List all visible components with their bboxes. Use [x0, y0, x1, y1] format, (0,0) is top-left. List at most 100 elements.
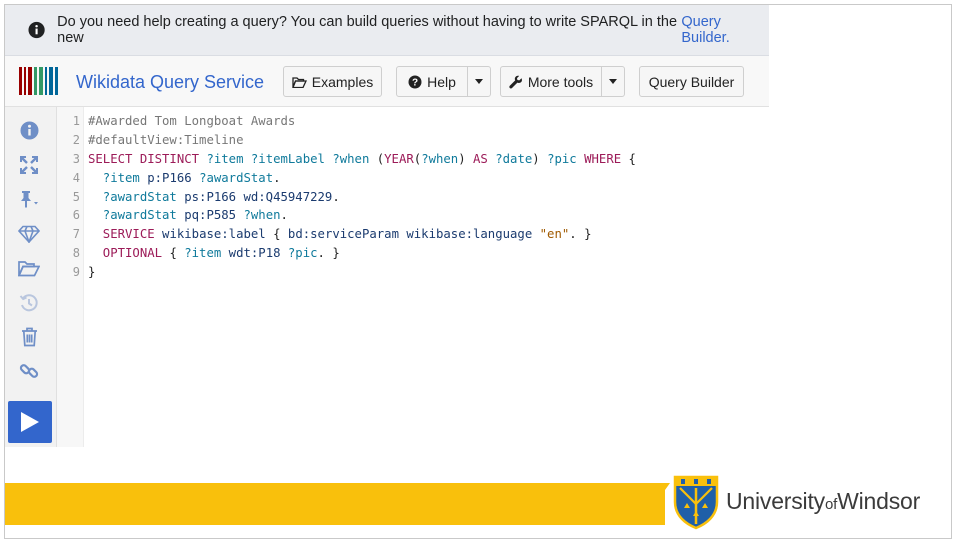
banner-text: Do you need help creating a query? You c…: [57, 14, 678, 46]
info-icon[interactable]: [18, 119, 40, 141]
examples-button[interactable]: Examples: [283, 66, 382, 97]
footer-yellow-bar: [5, 483, 665, 525]
code-token: .: [280, 208, 288, 223]
code-token: ?date: [495, 151, 533, 166]
pin-icon[interactable]: [18, 188, 40, 210]
query-builder-button[interactable]: Query Builder: [639, 66, 744, 97]
line-number: 9: [72, 265, 80, 280]
footer-bar-notch: [640, 483, 670, 525]
line-number-gutter: 1 2 3 4 5 6 7 8 9: [57, 107, 84, 447]
code-token: #Awarded Tom Longboat Awards: [88, 114, 296, 128]
expand-icon[interactable]: [18, 154, 40, 176]
sparql-editor[interactable]: 1 2 3 4 5 6 7 8 9 #Awarded Tom Longboat Awards #d…: [57, 107, 769, 447]
code-token: ps:P166 wd:Q45947229: [184, 189, 333, 204]
editor-sidebar: [5, 107, 57, 447]
code-line: SERVICE wikibase:label { bd:serviceParam…: [88, 225, 636, 244]
more-tools-label: More tools: [527, 73, 594, 90]
code-token: .: [273, 170, 281, 185]
help-label: Help: [427, 73, 456, 90]
code-token: ?pic: [547, 151, 585, 166]
code-token: "en": [539, 227, 570, 242]
line-number: 6: [72, 208, 80, 223]
line-number: 3: [72, 151, 80, 166]
university-crest-logo: [673, 475, 719, 530]
diamond-icon[interactable]: [18, 223, 40, 245]
university-of-windsor-wordmark: UniversityofWindsor: [726, 488, 920, 515]
code-area[interactable]: #Awarded Tom Longboat Awards #defaultView…: [88, 112, 636, 282]
examples-label: Examples: [311, 73, 374, 90]
help-banner: Do you need help creating a query? You c…: [5, 5, 769, 56]
wordmark-of: of: [824, 496, 838, 513]
code-token: ?awardStat: [199, 170, 274, 185]
query-service-window: Do you need help creating a query? You c…: [5, 5, 769, 465]
folder-icon[interactable]: [18, 257, 40, 279]
code-token: . }: [569, 227, 592, 242]
navbar: Wikidata Query Service Examples ? Help M…: [5, 56, 769, 107]
code-token: ?awardStat: [88, 189, 185, 204]
code-token: AS: [473, 151, 496, 166]
wordmark-university: University: [726, 488, 825, 514]
line-number: 1: [72, 114, 80, 128]
code-token: ): [532, 151, 548, 166]
trash-icon[interactable]: [18, 326, 40, 348]
caret-down-icon: [475, 79, 483, 84]
caret-down-icon: [609, 79, 617, 84]
code-token: WHERE: [584, 151, 629, 166]
code-line: ?awardStat ps:P166 wd:Q45947229.: [88, 188, 636, 207]
code-line: }: [88, 263, 636, 282]
more-tools-dropdown-toggle[interactable]: [601, 66, 625, 97]
wikidata-logo: [19, 67, 58, 95]
code-token: wdt:P18: [228, 246, 288, 261]
code-token: ?item: [184, 246, 229, 261]
question-circle-icon: ?: [408, 75, 422, 88]
code-token: ?item: [88, 170, 148, 185]
query-builder-link[interactable]: Query Builder.: [681, 14, 769, 46]
line-number: 2: [72, 132, 80, 147]
code-token: . }: [317, 246, 340, 261]
history-icon[interactable]: [18, 292, 40, 314]
info-icon: [28, 21, 45, 39]
code-line: #Awarded Tom Longboat Awards: [88, 112, 636, 131]
line-number: 8: [72, 246, 80, 261]
code-token: bd:serviceParam wikibase:language: [287, 227, 540, 242]
code-token: OPTIONAL: [88, 246, 170, 261]
svg-text:?: ?: [412, 77, 418, 88]
line-number: 5: [72, 189, 80, 204]
code-token: ?when: [243, 208, 281, 223]
code-token: ?pic: [287, 246, 318, 261]
query-builder-label: Query Builder: [648, 73, 735, 90]
folder-open-icon: [291, 76, 307, 88]
link-icon[interactable]: [18, 360, 40, 382]
run-query-button[interactable]: [8, 401, 52, 443]
code-line: SELECT DISTINCT ?item ?itemLabel ?when (…: [88, 150, 636, 169]
code-token: SELECT DISTINCT: [88, 151, 207, 166]
code-line: #defaultView:Timeline: [88, 131, 636, 150]
code-token: pq:P585: [184, 208, 244, 223]
code-token: p:P166: [147, 170, 200, 185]
code-token: wikibase:label: [162, 227, 274, 242]
code-line: ?awardStat pq:P585 ?when.: [88, 206, 636, 225]
code-token: YEAR: [384, 151, 414, 166]
line-number: 4: [72, 170, 80, 185]
code-line: OPTIONAL { ?item wdt:P18 ?pic. }: [88, 244, 636, 263]
code-token: ?item ?itemLabel ?when: [206, 151, 377, 166]
code-token: #defaultView:Timeline: [88, 132, 244, 147]
code-token: {: [628, 151, 636, 166]
code-token: ?when: [421, 151, 459, 166]
play-icon: [21, 412, 39, 432]
code-token: {: [169, 246, 185, 261]
code-token: {: [273, 227, 288, 242]
wrench-icon: [509, 75, 522, 88]
code-token: SERVICE: [88, 227, 163, 242]
code-token: .: [332, 189, 340, 204]
code-token: ?awardStat: [88, 208, 185, 223]
code-line: ?item p:P166 ?awardStat.: [88, 169, 636, 188]
help-button[interactable]: ? Help: [396, 66, 468, 97]
code-token: }: [88, 265, 96, 280]
more-tools-button[interactable]: More tools: [500, 66, 602, 97]
wordmark-windsor: Windsor: [837, 488, 921, 514]
help-dropdown-toggle[interactable]: [467, 66, 491, 97]
code-token: ): [458, 151, 474, 166]
line-number: 7: [72, 227, 80, 242]
brand-title[interactable]: Wikidata Query Service: [76, 72, 264, 93]
